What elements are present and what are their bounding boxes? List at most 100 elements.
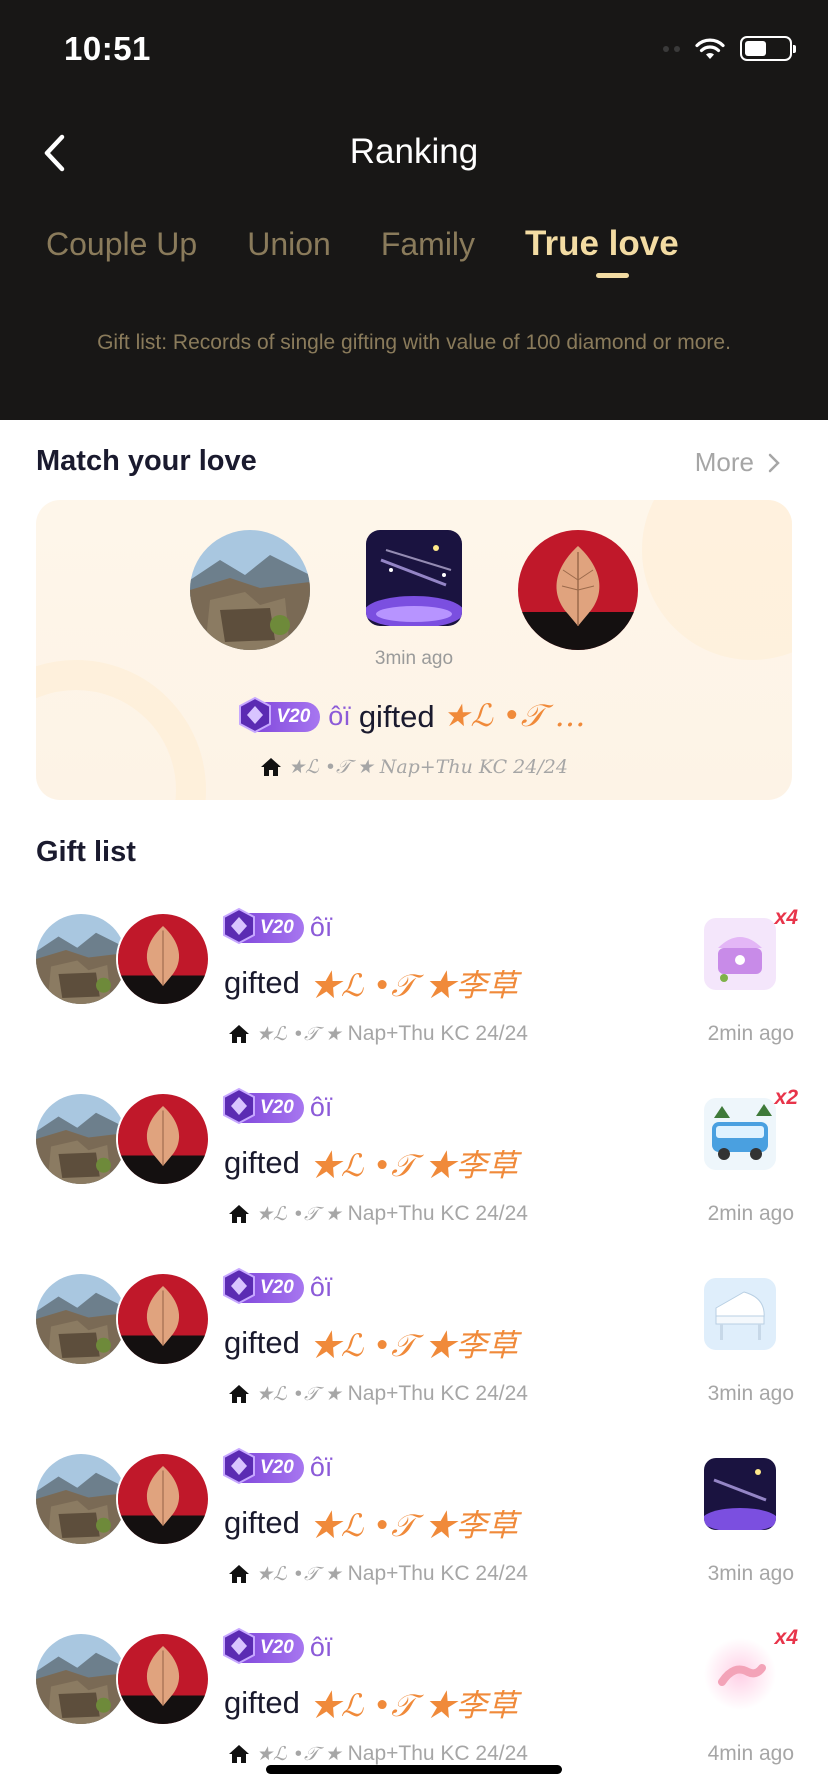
receiver-name[interactable]: ★ℒ •𝒯 … (443, 698, 586, 735)
receiver-sub-info: ★ℒ •𝒯 ★ Nap+Thu KC 24/24 (228, 1562, 528, 1586)
receiver-avatar[interactable] (116, 1092, 210, 1186)
receiver-sub-info: ★ℒ •𝒯 ★ Nap+Thu KC 24/24 (36, 756, 792, 778)
vip-badge: V20 (223, 1087, 304, 1124)
sender-avatar[interactable] (34, 1632, 128, 1726)
receiver-sub-info: ★ℒ •𝒯 ★ Nap+Thu KC 24/24 (228, 1022, 528, 1046)
chevron-right-icon (768, 453, 780, 472)
gift-time: 4min ago (707, 1742, 794, 1765)
gifted-label: gifted (358, 698, 435, 734)
match-time: 3min ago (374, 648, 454, 669)
sender-avatar[interactable] (34, 1272, 128, 1366)
gifted-label: gifted (224, 1144, 300, 1180)
receiver-name[interactable]: ★ℒ •𝒯 ★李草 (310, 1500, 518, 1545)
receiver-avatar[interactable] (116, 1272, 210, 1366)
receiver-avatar[interactable] (116, 912, 210, 1006)
vip-gem-icon (239, 696, 272, 733)
home-icon (229, 1565, 249, 1583)
gift-quantity: x2 (774, 1086, 798, 1109)
home-icon (229, 1385, 249, 1403)
receiver-name[interactable]: ★ℒ •𝒯 ★李草 (310, 1140, 518, 1185)
gift-row[interactable]: V20 ôï gifted ★ℒ •𝒯 ★李草 ★ℒ •𝒯 ★ Nap+Thu … (0, 1436, 828, 1616)
battery-icon (740, 36, 796, 61)
home-icon (261, 758, 282, 776)
wifi-icon (695, 38, 725, 59)
active-tab-indicator (596, 273, 629, 278)
vip-gem-icon (223, 907, 255, 944)
sender-name[interactable]: ôï (310, 1452, 333, 1483)
sender-name[interactable]: ôï (328, 701, 351, 732)
match-description: V20 ôï gifted ★ℒ •𝒯 … (36, 696, 792, 735)
status-time: 10:51 (64, 30, 151, 67)
gift-row[interactable]: V20 ôï gifted ★ℒ •𝒯 ★李草 ★ℒ •𝒯 ★ Nap+Thu … (0, 1076, 828, 1256)
receiver-avatar[interactable] (518, 530, 638, 650)
vip-gem-icon (223, 1087, 255, 1124)
sender-name[interactable]: ôï (310, 912, 333, 943)
status-icons (663, 36, 796, 61)
vip-badge: V20 (239, 696, 321, 733)
vip-badge: V20 (223, 907, 304, 944)
gift-row[interactable]: V20 ôï gifted ★ℒ •𝒯 ★李草 ★ℒ •𝒯 ★ Nap+Thu … (0, 1256, 828, 1436)
vip-badge: V20 (223, 1447, 304, 1484)
gift-time: 3min ago (707, 1562, 794, 1585)
sender-avatar[interactable] (34, 1452, 128, 1546)
gift-time: 2min ago (707, 1022, 794, 1045)
gifted-label: gifted (224, 964, 300, 1000)
receiver-sub-info: ★ℒ •𝒯 ★ Nap+Thu KC 24/24 (228, 1382, 528, 1406)
receiver-sub-info: ★ℒ •𝒯 ★ Nap+Thu KC 24/24 (228, 1742, 528, 1766)
ranking-tabs: Couple Up Union Family True love (46, 224, 729, 266)
more-label: More (694, 447, 754, 477)
home-icon (229, 1745, 249, 1763)
hands-icon (704, 1638, 776, 1710)
match-card[interactable]: 3min ago V20 ôï gifted ★ℒ •𝒯 … ★ℒ •𝒯 ★ N… (36, 500, 792, 800)
receiver-avatar[interactable] (116, 1632, 210, 1726)
gift-time: 3min ago (707, 1382, 794, 1405)
receiver-sub-info: ★ℒ •𝒯 ★ Nap+Thu KC 24/24 (228, 1202, 528, 1226)
match-section-title: Match your love (36, 445, 257, 477)
couple-avatars (34, 1632, 210, 1726)
sender-name[interactable]: ôï (310, 1272, 333, 1303)
camper-van-icon (704, 1098, 776, 1170)
signal-icon (663, 45, 680, 52)
jewelry-box-icon (704, 918, 776, 990)
receiver-name[interactable]: ★ℒ •𝒯 ★李草 (310, 960, 518, 1005)
gift-list-title: Gift list (36, 836, 136, 868)
tab-true-love[interactable]: True love (525, 224, 679, 264)
gift-row[interactable]: V20 ôï gifted ★ℒ •𝒯 ★李草 ★ℒ •𝒯 ★ Nap+Thu … (0, 896, 828, 1076)
gift-quantity: x4 (774, 1626, 798, 1649)
galaxy-icon (704, 1458, 776, 1530)
vip-gem-icon (223, 1447, 255, 1484)
gifted-label: gifted (224, 1684, 300, 1720)
receiver-name[interactable]: ★ℒ •𝒯 ★李草 (310, 1680, 518, 1725)
gift-quantity: x4 (774, 906, 798, 929)
tab-couple-up[interactable]: Couple Up (46, 226, 197, 266)
vip-badge: V20 (223, 1627, 304, 1664)
header: 10:51 Ranking Couple Up Union Family Tru… (0, 0, 828, 420)
sender-avatar[interactable] (190, 530, 310, 650)
home-indicator (266, 1765, 562, 1774)
more-link[interactable]: More (695, 447, 780, 478)
gifted-label: gifted (224, 1504, 300, 1540)
sender-avatar[interactable] (34, 1092, 128, 1186)
receiver-avatar[interactable] (116, 1452, 210, 1546)
couple-avatars (34, 1272, 210, 1366)
couple-avatars (34, 1452, 210, 1546)
receiver-name[interactable]: ★ℒ •𝒯 ★李草 (310, 1320, 518, 1365)
vip-gem-icon (223, 1267, 255, 1304)
couple-avatars (34, 912, 210, 1006)
sender-name[interactable]: ôï (310, 1632, 333, 1663)
gift-time: 2min ago (707, 1202, 794, 1225)
vip-badge: V20 (223, 1267, 304, 1304)
piano-icon (704, 1278, 776, 1350)
tab-union[interactable]: Union (247, 226, 331, 266)
sender-name[interactable]: ôï (310, 1092, 333, 1123)
vip-gem-icon (223, 1627, 255, 1664)
page-title: Ranking (349, 132, 479, 171)
gifted-label: gifted (224, 1324, 300, 1360)
galaxy-gift-icon (366, 530, 462, 626)
home-icon (229, 1205, 249, 1223)
gift-list-note: Gift list: Records of single gifting wit… (97, 331, 731, 354)
tab-family[interactable]: Family (381, 226, 475, 266)
sender-avatar[interactable] (34, 912, 128, 1006)
couple-avatars (34, 1092, 210, 1186)
home-icon (229, 1025, 249, 1043)
